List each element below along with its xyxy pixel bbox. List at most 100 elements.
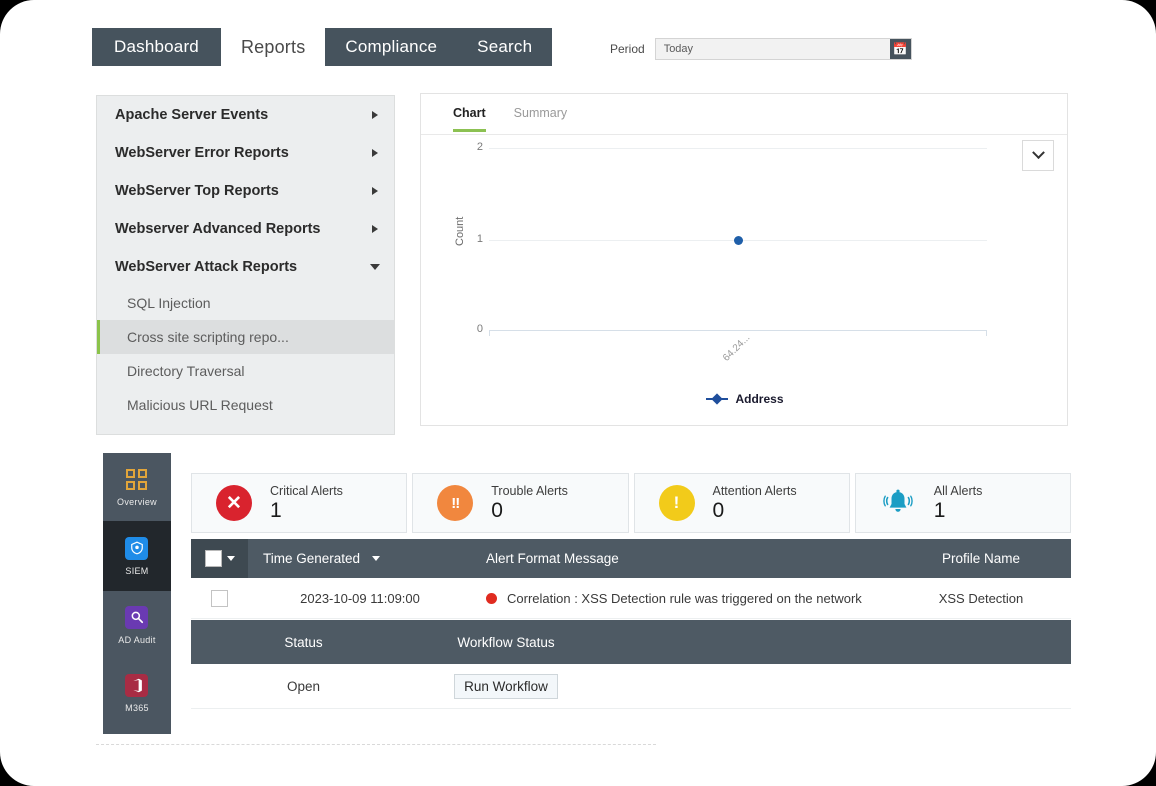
nav-tab-compliance[interactable]: Compliance [325, 28, 457, 66]
exclamation-glyph: ! [659, 485, 695, 521]
workflow-table: Status Workflow Status Open Run Workflow [191, 620, 1071, 709]
cell-alert-format-message: Correlation : XSS Detection rule was tri… [472, 591, 891, 606]
tree-group-label: Apache Server Events [115, 107, 268, 123]
alerts-table: Time Generated Alert Format Message Prof… [191, 539, 1071, 619]
alert-summary-cards: ✕ Critical Alerts 1 !! Trouble Alerts 0 … [191, 473, 1071, 533]
column-header-workflow-status[interactable]: Workflow Status [416, 635, 596, 650]
product-rail: Overview SIEM [103, 453, 171, 734]
calendar-glyph: 📅 [893, 43, 908, 55]
exclamation-circle-icon: ! [659, 485, 695, 521]
period-input-value[interactable]: Today [656, 43, 693, 55]
tree-group-label: WebServer Top Reports [115, 183, 279, 199]
y-tick-2: 2 [453, 141, 483, 153]
card-title: All Alerts [934, 484, 983, 498]
chevron-right-icon [372, 225, 378, 233]
nav-tab-group: Compliance Search [325, 28, 552, 66]
nav-tab-search[interactable]: Search [457, 28, 552, 66]
rail-item-m365[interactable]: M365 [103, 659, 171, 727]
checkbox-box[interactable] [211, 590, 228, 607]
card-title: Critical Alerts [270, 484, 343, 498]
cell-time-generated: 2023-10-09 11:09:00 [248, 591, 472, 606]
column-header-alert-format-message[interactable]: Alert Format Message [472, 551, 891, 566]
tree-group-label: WebServer Attack Reports [115, 259, 297, 275]
chevron-right-icon [372, 111, 378, 119]
chart-legend: Address [421, 392, 1069, 406]
period-label: Period [610, 42, 645, 56]
x-axis-tick-left [489, 330, 490, 336]
data-point-address-0[interactable] [734, 236, 743, 245]
period-selector: Period Today 📅 [610, 38, 912, 60]
x-tick-label-0: 64.24... [721, 332, 752, 363]
tab-summary[interactable]: Summary [514, 106, 567, 132]
rail-item-label: SIEM [125, 566, 148, 576]
report-tree: Apache Server Events WebServer Error Rep… [96, 95, 395, 435]
table-footer-spacer [191, 710, 1071, 734]
sort-descending-icon[interactable] [372, 556, 380, 561]
column-header-time-generated[interactable]: Time Generated [248, 551, 472, 566]
card-count: 1 [270, 499, 343, 523]
rail-item-label: M365 [125, 703, 149, 713]
checkbox-box[interactable] [205, 550, 222, 567]
row-select-checkbox[interactable] [191, 590, 248, 607]
tree-item-label: Directory Traversal [127, 363, 244, 379]
chevron-down-icon [370, 264, 380, 270]
error-circle-icon: ✕ [216, 485, 252, 521]
tree-group-webserver-attack-reports[interactable]: WebServer Attack Reports [97, 248, 394, 286]
nav-tab-reports[interactable]: Reports [221, 28, 325, 66]
card-count: 1 [934, 499, 983, 523]
rail-item-overview[interactable]: Overview [103, 453, 171, 521]
chevron-down-icon[interactable] [227, 556, 235, 561]
tree-item-directory-traversal[interactable]: Directory Traversal [97, 354, 394, 388]
rail-item-label: Overview [117, 497, 157, 507]
tree-group-webserver-top-reports[interactable]: WebServer Top Reports [97, 172, 394, 210]
double-exclamation-glyph: !! [437, 485, 473, 521]
page-bottom-divider [96, 744, 656, 745]
tree-group-webserver-error-reports[interactable]: WebServer Error Reports [97, 134, 394, 172]
tree-group-apache-server-events[interactable]: Apache Server Events [97, 96, 394, 134]
shield-icon [125, 537, 149, 561]
table-row[interactable]: 2023-10-09 11:09:00 Correlation : XSS De… [191, 578, 1071, 619]
tab-chart[interactable]: Chart [453, 106, 486, 132]
tree-group-label: WebServer Error Reports [115, 145, 289, 161]
rail-item-siem[interactable]: SIEM [103, 521, 171, 591]
card-count: 0 [713, 499, 797, 523]
card-all-alerts[interactable]: All Alerts 1 [855, 473, 1071, 533]
period-input-wrapper[interactable]: Today 📅 [655, 38, 912, 60]
calendar-icon[interactable]: 📅 [890, 39, 911, 59]
nav-tab-dashboard[interactable]: Dashboard [92, 28, 221, 66]
tree-group-webserver-advanced-reports[interactable]: Webserver Advanced Reports [97, 210, 394, 248]
alert-message-text: Correlation : XSS Detection rule was tri… [507, 591, 862, 606]
column-header-label: Time Generated [263, 551, 360, 566]
tree-item-malicious-url-request[interactable]: Malicious URL Request [97, 388, 394, 422]
card-title: Trouble Alerts [491, 484, 568, 498]
column-header-profile-name[interactable]: Profile Name [891, 551, 1071, 566]
cell-profile-name: XSS Detection [891, 591, 1071, 606]
cell-status: Open [191, 679, 416, 694]
card-critical-alerts[interactable]: ✕ Critical Alerts 1 [191, 473, 407, 533]
double-exclamation-circle-icon: !! [437, 485, 473, 521]
x-axis-tick-right [986, 330, 987, 336]
legend-label-address[interactable]: Address [735, 392, 783, 406]
card-count: 0 [491, 499, 568, 523]
main-navigation: Dashboard Reports Compliance Search [92, 28, 552, 66]
column-header-status[interactable]: Status [191, 635, 416, 650]
severity-dot-icon [486, 593, 497, 604]
select-all-checkbox[interactable] [191, 539, 248, 578]
card-trouble-alerts[interactable]: !! Trouble Alerts 0 [412, 473, 628, 533]
tree-item-label: Cross site scripting repo... [127, 329, 289, 345]
run-workflow-button[interactable]: Run Workflow [454, 674, 558, 699]
tree-item-label: SQL Injection [127, 295, 211, 311]
rail-item-ad-audit[interactable]: AD Audit [103, 591, 171, 659]
search-icon [125, 606, 149, 630]
chart-plot-area: Count 2 1 0 64.24... Address [421, 134, 1069, 427]
card-title: Attention Alerts [713, 484, 797, 498]
workflow-table-header: Status Workflow Status [191, 620, 1071, 664]
tree-item-cross-site-scripting[interactable]: Cross site scripting repo... [97, 320, 394, 354]
office-icon [125, 674, 149, 698]
grid-icon [125, 468, 149, 492]
x-axis-baseline [489, 330, 987, 331]
card-attention-alerts[interactable]: ! Attention Alerts 0 [634, 473, 850, 533]
y-tick-1: 1 [453, 233, 483, 245]
tree-item-sql-injection[interactable]: SQL Injection [97, 286, 394, 320]
rail-item-label: AD Audit [118, 635, 155, 645]
